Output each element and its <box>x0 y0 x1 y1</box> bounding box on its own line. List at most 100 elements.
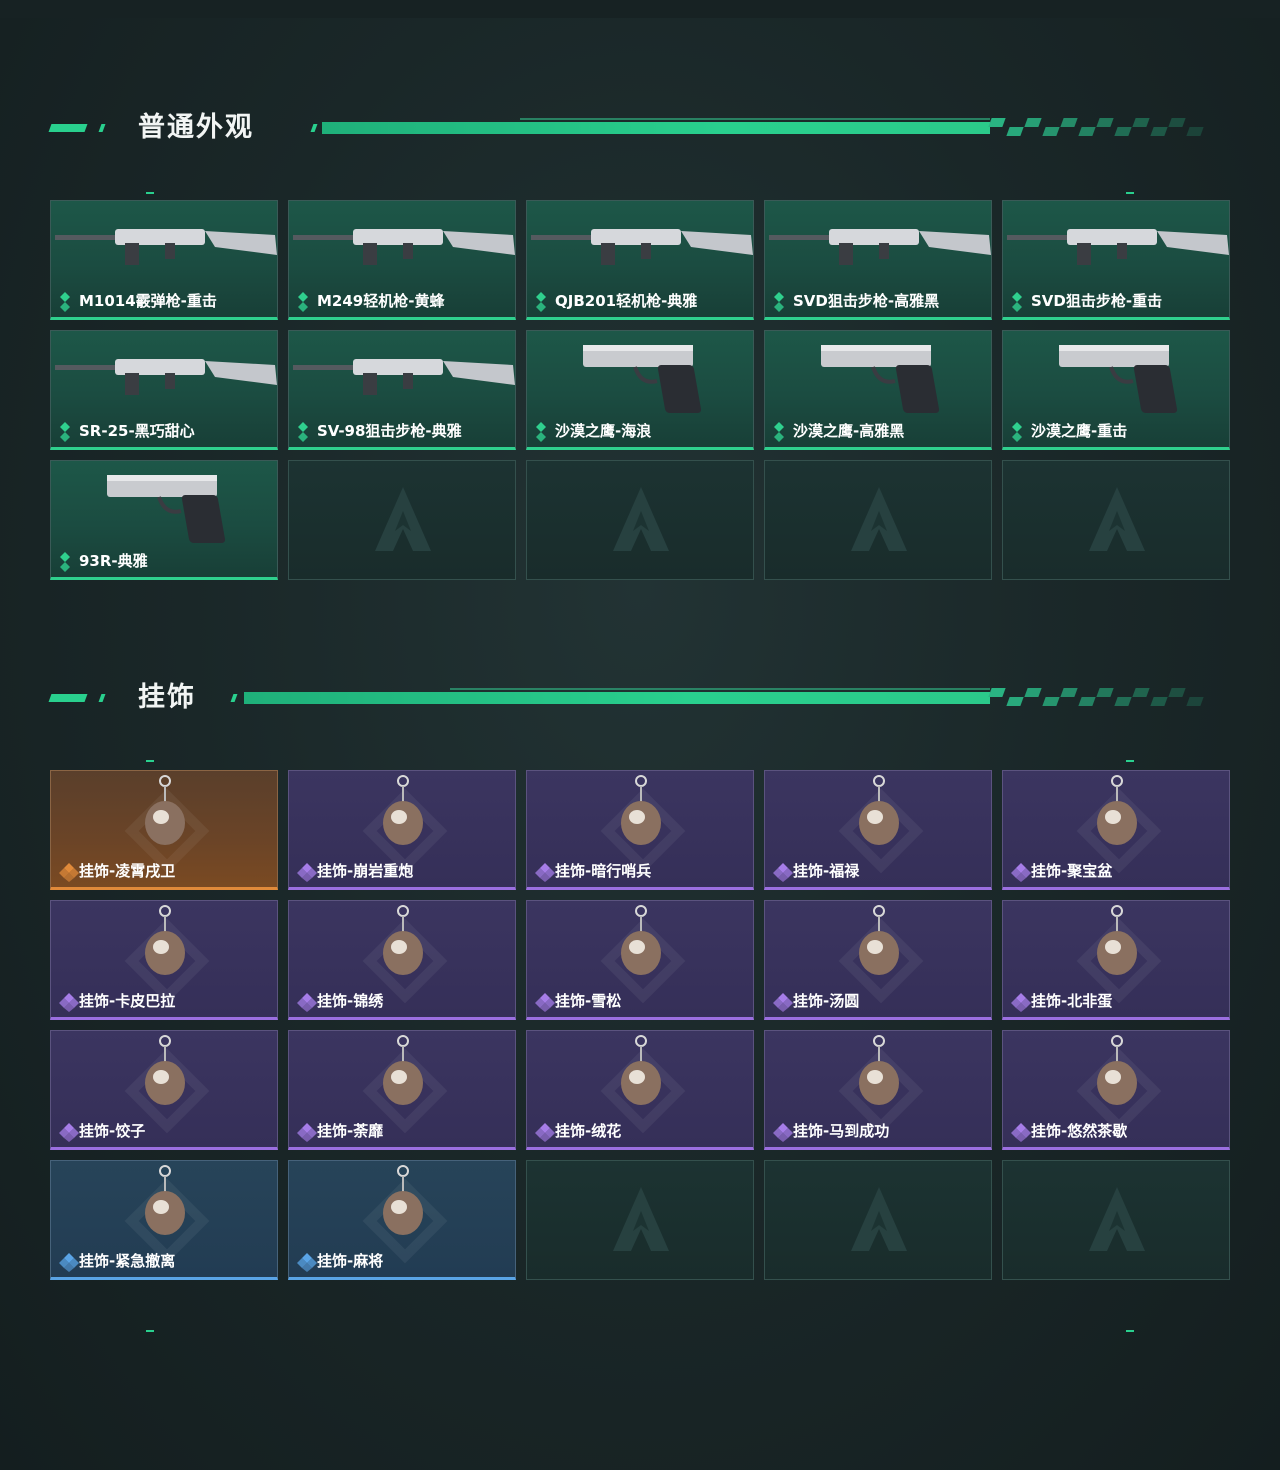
charm-card[interactable]: 挂饰-北非蛋 <box>1002 900 1230 1020</box>
rarity-gem-icon <box>59 992 79 1012</box>
skin-card[interactable]: SR-25-黑巧甜心 <box>50 330 278 450</box>
item-name: SVD狙击步枪-重击 <box>1031 292 1163 310</box>
skin-card[interactable]: 沙漠之鹰-高雅黑 <box>764 330 992 450</box>
item-grid: 挂饰-凌霄戌卫 挂饰-崩岩重炮 挂饰-暗行哨兵 挂饰-福禄 挂饰-聚宝盆 挂饰-卡皮巴拉挂… <box>50 770 1230 1280</box>
item-label: 挂饰-凌霄戌卫 <box>59 860 176 882</box>
rarity-gem-icon <box>1011 862 1031 882</box>
item-label: 挂饰-聚宝盆 <box>1011 860 1113 882</box>
rarity-gem-icon <box>59 551 73 572</box>
item-label: 挂饰-卡皮巴拉 <box>59 990 176 1012</box>
item-name: 挂饰-崩岩重炮 <box>317 862 414 880</box>
charm-card[interactable]: 挂饰-荼靡 <box>288 1030 516 1150</box>
item-name: 挂饰-汤圆 <box>793 992 860 1010</box>
item-label: 挂饰-汤圆 <box>773 990 860 1012</box>
charm-card[interactable]: 挂饰-锦绣 <box>288 900 516 1020</box>
rarity-gem-icon <box>297 421 311 442</box>
rarity-gem-icon <box>59 862 79 882</box>
charm-card[interactable]: 挂饰-紧急撤离 <box>50 1160 278 1280</box>
skin-card[interactable]: M1014霰弹枪-重击 <box>50 200 278 320</box>
item-name: M249轻机枪-黄蜂 <box>317 292 445 310</box>
item-label: 93R-典雅 <box>59 550 148 572</box>
item-label: 沙漠之鹰-重击 <box>1011 420 1128 442</box>
empty-slot <box>764 460 992 580</box>
charm-card[interactable]: 挂饰-马到成功 <box>764 1030 992 1150</box>
item-name: 93R-典雅 <box>79 552 148 570</box>
rarity-gem-icon <box>1011 421 1025 442</box>
rarity-gem-icon <box>535 291 549 312</box>
section-title: 挂饰 <box>138 682 196 713</box>
charm-card[interactable]: 挂饰-汤圆 <box>764 900 992 1020</box>
charm-card[interactable]: 挂饰-崩岩重炮 <box>288 770 516 890</box>
rarity-gem-icon <box>297 992 317 1012</box>
item-name: 挂饰-北非蛋 <box>1031 992 1113 1010</box>
item-name: 挂饰-悠然茶歇 <box>1031 1122 1128 1140</box>
item-label: 沙漠之鹰-高雅黑 <box>773 420 904 442</box>
rarity-gem-icon <box>297 1122 317 1142</box>
item-name: 挂饰-凌霄戌卫 <box>79 862 176 880</box>
skin-card[interactable]: SV-98狙击步枪-典雅 <box>288 330 516 450</box>
charm-card[interactable]: 挂饰-卡皮巴拉 <box>50 900 278 1020</box>
rarity-gem-icon <box>59 291 73 312</box>
skin-card[interactable]: 沙漠之鹰-重击 <box>1002 330 1230 450</box>
item-name: 挂饰-福禄 <box>793 862 860 880</box>
item-name: 挂饰-绒花 <box>555 1122 622 1140</box>
item-name: 挂饰-荼靡 <box>317 1122 384 1140</box>
item-name: 挂饰-马到成功 <box>793 1122 890 1140</box>
item-label: 挂饰-雪松 <box>535 990 622 1012</box>
item-label: M1014霰弹枪-重击 <box>59 290 217 312</box>
skin-card[interactable]: 93R-典雅 <box>50 460 278 580</box>
item-label: SV-98狙击步枪-典雅 <box>297 420 462 442</box>
rarity-gem-icon <box>59 1252 79 1272</box>
skin-card[interactable]: QJB201轻机枪-典雅 <box>526 200 754 320</box>
charm-card[interactable]: 挂饰-绒花 <box>526 1030 754 1150</box>
item-name: 挂饰-聚宝盆 <box>1031 862 1113 880</box>
item-label: 沙漠之鹰-海浪 <box>535 420 651 442</box>
skin-card[interactable]: SVD狙击步枪-高雅黑 <box>764 200 992 320</box>
rarity-gem-icon <box>297 291 311 312</box>
item-label: 挂饰-悠然茶歇 <box>1011 1120 1128 1142</box>
charm-card[interactable]: 挂饰-雪松 <box>526 900 754 1020</box>
empty-slot <box>526 1160 754 1280</box>
item-label: 挂饰-荼靡 <box>297 1120 384 1142</box>
checker-decoration <box>988 688 1204 708</box>
item-name: 挂饰-饺子 <box>79 1122 146 1140</box>
item-label: 挂饰-福禄 <box>773 860 860 882</box>
charm-card[interactable]: 挂饰-饺子 <box>50 1030 278 1150</box>
top-strip <box>0 0 1280 18</box>
charm-card[interactable]: 挂饰-聚宝盆 <box>1002 770 1230 890</box>
rarity-gem-icon <box>773 1122 793 1142</box>
section-title: 普通外观 <box>138 112 254 143</box>
item-name: 挂饰-卡皮巴拉 <box>79 992 176 1010</box>
skin-card[interactable]: SVD狙击步枪-重击 <box>1002 200 1230 320</box>
skin-card[interactable]: 沙漠之鹰-海浪 <box>526 330 754 450</box>
checker-decoration <box>988 118 1204 138</box>
item-name: SR-25-黑巧甜心 <box>79 422 195 440</box>
rarity-gem-icon <box>535 1122 555 1142</box>
item-label: 挂饰-崩岩重炮 <box>297 860 414 882</box>
charm-card[interactable]: 挂饰-暗行哨兵 <box>526 770 754 890</box>
item-label: 挂饰-暗行哨兵 <box>535 860 652 882</box>
rarity-gem-icon <box>773 992 793 1012</box>
item-label: QJB201轻机枪-典雅 <box>535 290 697 312</box>
empty-slot <box>288 460 516 580</box>
rarity-gem-icon <box>297 1252 317 1272</box>
item-label: M249轻机枪-黄蜂 <box>297 290 445 312</box>
item-label: 挂饰-北非蛋 <box>1011 990 1113 1012</box>
charm-card[interactable]: 挂饰-麻将 <box>288 1160 516 1280</box>
item-name: M1014霰弹枪-重击 <box>79 292 217 310</box>
rarity-gem-icon <box>59 1122 79 1142</box>
charm-card[interactable]: 挂饰-悠然茶歇 <box>1002 1030 1230 1150</box>
empty-slot <box>764 1160 992 1280</box>
item-name: SVD狙击步枪-高雅黑 <box>793 292 940 310</box>
item-name: 挂饰-紧急撤离 <box>79 1252 176 1270</box>
empty-slot <box>1002 460 1230 580</box>
section-header: 普通外观 <box>0 110 1280 150</box>
skin-card[interactable]: M249轻机枪-黄蜂 <box>288 200 516 320</box>
item-label: 挂饰-锦绣 <box>297 990 383 1012</box>
item-name: 挂饰-雪松 <box>555 992 622 1010</box>
charm-card[interactable]: 挂饰-凌霄戌卫 <box>50 770 278 890</box>
item-name: 沙漠之鹰-重击 <box>1031 422 1128 440</box>
item-name: 挂饰-暗行哨兵 <box>555 862 652 880</box>
charm-card[interactable]: 挂饰-福禄 <box>764 770 992 890</box>
rarity-gem-icon <box>535 992 555 1012</box>
